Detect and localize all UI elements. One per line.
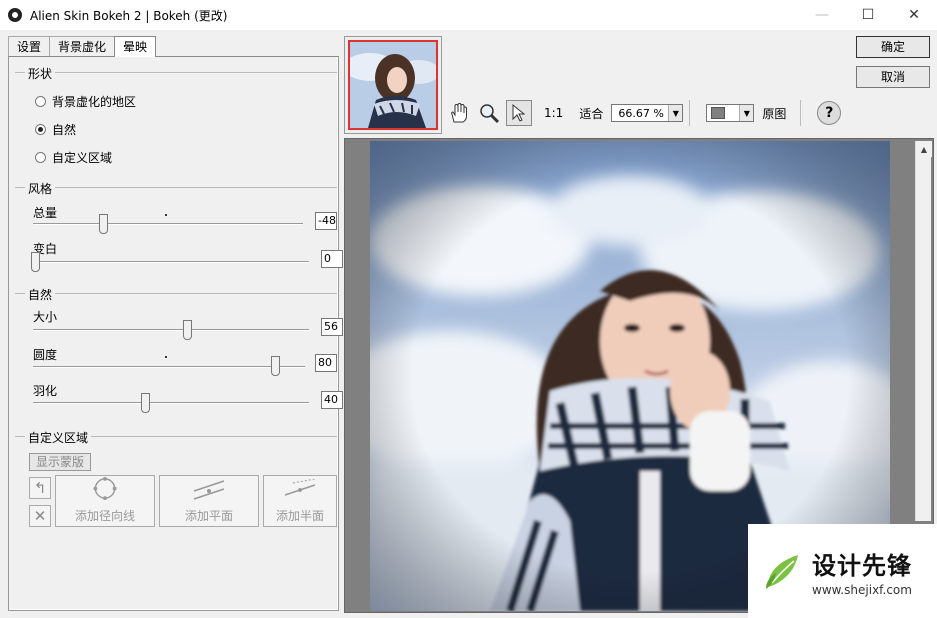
plane-icon [193,480,225,500]
radio-blur-area[interactable]: 背景虚化的地区 [35,93,136,110]
ok-button[interactable]: 确定 [856,36,930,58]
roundness-value[interactable]: 80 [315,354,337,372]
shape-group: 形状 背景虚化的地区 自然 自定义区域 [15,65,337,182]
radio-custom-area[interactable]: 自定义区域 [35,149,112,166]
natural-group: 自然 大小 56 圆度 80 羽化 40 [15,286,343,433]
add-plane-button[interactable]: 添加平面 [159,475,259,527]
minimize-button[interactable]: — [799,0,845,30]
zoom-tool-button[interactable] [476,100,502,126]
amount-label: 总量 [33,206,58,220]
amount-slider-thumb[interactable] [99,214,108,234]
radio-blur-area-dot[interactable] [35,96,46,107]
title-bar: Alien Skin Bokeh 2 | Bokeh (更改) — ☐ ✕ [0,0,937,30]
zoom-1to1-button[interactable]: 1:1 [544,106,563,120]
delete-icon: ✕ [33,507,47,525]
chevron-down-icon: ▼ [739,105,754,121]
background-color-swatch [711,107,726,119]
cancel-button[interactable]: 取消 [856,66,930,88]
add-radial-button[interactable]: 添加径向线 [55,475,155,527]
maximize-button[interactable]: ☐ [845,0,891,30]
natural-group-title: 自然 [25,286,56,303]
tab-vignette[interactable]: 晕映 [114,36,157,57]
vignette-panel: 形状 背景虚化的地区 自然 自定义区域 风格 总量 -48 变白 0 自然 大小… [8,56,343,611]
shape-group-title: 形状 [25,65,56,82]
radio-natural-label: 自然 [52,123,77,137]
leaf-logo-icon [766,555,798,589]
close-button[interactable]: ✕ [891,0,937,30]
custom-area-group-title: 自定义区域 [25,429,92,446]
toolbar-divider [800,100,802,126]
feather-slider-track[interactable] [33,402,309,404]
feather-value[interactable]: 40 [321,391,343,409]
radio-custom-area-dot[interactable] [35,152,46,163]
thumbnail-viewport[interactable] [348,40,438,130]
amount-center-tick [165,214,167,216]
navigator-thumbnail[interactable] [344,36,442,134]
undo-icon: ↰ [33,479,47,497]
zoom-level-select[interactable]: 66.67 % ▼ [611,104,684,122]
zoom-fit-button[interactable]: 适合 [579,105,603,122]
size-slider-track[interactable] [33,329,309,331]
roundness-slider-thumb[interactable] [271,356,280,376]
radio-natural[interactable]: 自然 [35,121,76,138]
add-half-plane-label: 添加半面 [275,509,324,523]
hand-tool-button[interactable] [446,100,472,126]
feather-slider-thumb[interactable] [141,393,150,413]
style-group-title: 风格 [25,180,56,197]
thumbnail-image [350,42,436,128]
feather-label: 羽化 [33,384,58,398]
window-controls: — ☐ ✕ [799,0,937,30]
whiten-value[interactable]: 0 [321,250,343,268]
add-plane-label: 添加平面 [184,509,233,523]
undo-button[interactable]: ↰ [29,477,51,499]
watermark-brand: 设计先锋 [812,551,912,580]
magnifier-icon [480,104,500,124]
app-icon [8,8,22,22]
tab-background-blur[interactable]: 背景虚化 [49,36,116,56]
delete-button[interactable]: ✕ [29,505,51,527]
amount-slider-track[interactable] [33,223,303,225]
window-title: Alien Skin Bokeh 2 | Bokeh (更改) [30,8,228,23]
radio-natural-dot[interactable] [35,124,46,135]
scroll-up-icon[interactable]: ▲ [916,141,932,157]
whiten-slider-thumb[interactable] [31,252,40,272]
size-label: 大小 [33,310,58,324]
radio-custom-area-label: 自定义区域 [52,151,113,165]
arrow-cursor-icon [512,103,526,122]
half-plane-icon [284,479,316,496]
roundness-center-tick [165,356,167,358]
watermark-logo: 设计先锋 www.shejixf.com [748,524,937,618]
radial-icon [93,476,117,501]
roundness-slider-track[interactable] [33,366,305,368]
show-mask-button[interactable]: 显示蒙版 [29,453,92,471]
toolbar-divider [689,100,691,126]
custom-area-group: 自定义区域 显示蒙版 ↰ ✕ 添加径向线 添加平面 添加半面 [15,429,337,536]
help-icon[interactable]: ? [817,101,842,125]
size-value[interactable]: 56 [321,318,343,336]
vertical-scrollbar[interactable]: ▲ [915,141,932,521]
hand-icon [451,102,467,123]
tab-settings[interactable]: 设置 [8,36,51,56]
whiten-slider-track[interactable] [33,261,309,263]
roundness-label: 圆度 [33,348,58,362]
add-radial-label: 添加径向线 [74,509,135,523]
radio-blur-area-label: 背景虚化的地区 [52,95,137,109]
settings-tabs: 设置 背景虚化 晕映 [8,36,157,57]
size-slider-thumb[interactable] [183,320,192,340]
preview-toolbar: 1:1 适合 66.67 % ▼ ▼ 原图 ? [446,98,842,128]
select-tool-button[interactable] [506,100,532,126]
add-half-plane-button[interactable]: 添加半面 [263,475,337,527]
original-image-button[interactable]: 原图 [762,105,786,122]
style-group: 风格 总量 -48 变白 0 [15,180,343,282]
watermark-url: www.shejixf.com [812,582,912,597]
chevron-down-icon: ▼ [668,105,683,121]
zoom-level-value: 66.67 % [618,106,664,120]
background-color-select[interactable]: ▼ [706,104,755,122]
amount-value[interactable]: -48 [315,212,337,230]
